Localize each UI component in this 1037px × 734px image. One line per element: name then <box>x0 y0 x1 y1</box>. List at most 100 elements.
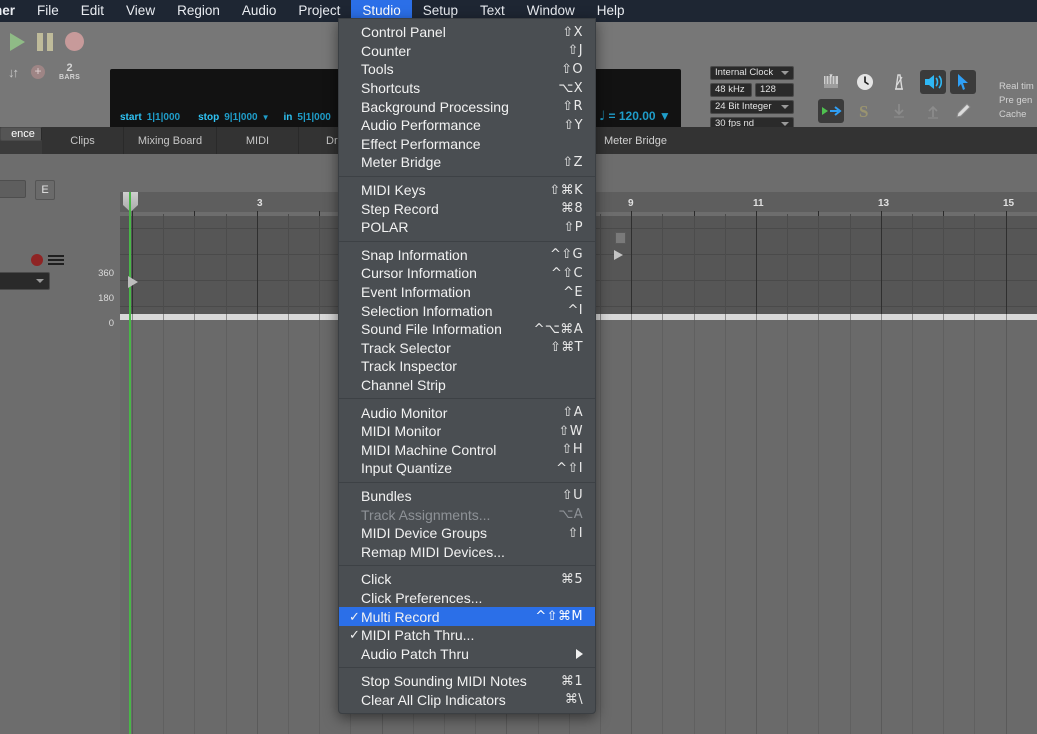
audio-monitor-speaker-icon[interactable] <box>920 70 946 94</box>
menu-item-click[interactable]: Click ⌘5 <box>339 570 595 589</box>
tempo-display[interactable]: ♩ = 120.00 ▼ <box>593 69 681 130</box>
tab-clips[interactable]: Clips <box>42 127 124 154</box>
menu-item-midi-device-groups[interactable]: MIDI Device Groups ⇧I <box>339 524 595 543</box>
menu-item-audio-performance[interactable]: Audio Performance ⇧Y <box>339 116 595 135</box>
menu-item-remap-midi-devices[interactable]: Remap MIDI Devices... <box>339 542 595 561</box>
menu-item-shortcuts[interactable]: Shortcuts ⌥X <box>339 79 595 98</box>
tab-midi[interactable]: MIDI <box>217 127 299 154</box>
menu-item-midi-machine-control[interactable]: MIDI Machine Control ⇧H <box>339 440 595 459</box>
menu-item-input-quantize[interactable]: Input Quantize ^⇧I <box>339 459 595 478</box>
region-marker-icon[interactable] <box>614 250 623 260</box>
menubar-item-audio[interactable]: Audio <box>231 0 288 22</box>
menubar-item-view[interactable]: View <box>115 0 166 22</box>
menu-item-shortcut: ⇧X <box>562 24 583 40</box>
midi-keyboard-icon[interactable] <box>818 70 844 94</box>
start-value[interactable]: 1|1|000 <box>147 112 180 123</box>
tab-ence[interactable]: ence <box>0 127 42 141</box>
menu-item-polar[interactable]: POLAR ⇧P <box>339 218 595 237</box>
sample-rate-field[interactable]: 48 kHz <box>710 83 752 97</box>
menu-item-meter-bridge[interactable]: Meter Bridge ⇧Z <box>339 153 595 172</box>
menu-item-track-selector[interactable]: Track Selector ⇧⌘T <box>339 339 595 358</box>
menu-item-sound-file-information[interactable]: Sound File Information ^⌥⌘A <box>339 320 595 339</box>
menu-item-selection-information[interactable]: Selection Information ^I <box>339 301 595 320</box>
automation-vertical-gridline <box>818 216 820 320</box>
clock-source-select[interactable]: Internal Clock <box>710 66 794 80</box>
sequence-vertical-gridline <box>288 320 289 734</box>
metronome-icon[interactable] <box>886 70 912 94</box>
start-label: start <box>120 112 142 123</box>
menubar-item-ner[interactable]: ner <box>0 0 26 22</box>
menu-item-tools[interactable]: Tools ⇧O <box>339 60 595 79</box>
sample-rate-value: 48 kHz <box>715 84 745 95</box>
stop-value[interactable]: 9|1|000 <box>224 112 257 123</box>
check-icon: ✓ <box>349 627 360 643</box>
menu-item-channel-strip[interactable]: Channel Strip <box>339 376 595 395</box>
render-pregen-label[interactable]: Pre gen <box>999 94 1034 108</box>
menu-item-track-inspector[interactable]: Track Inspector <box>339 357 595 376</box>
tab-mixing-board[interactable]: Mixing Board <box>124 127 217 154</box>
play-icon[interactable] <box>10 32 25 51</box>
menu-item-shortcut: ⇧P <box>563 219 583 235</box>
record-enable-icon[interactable] <box>31 254 43 266</box>
render-realtime-label[interactable]: Real tim <box>999 80 1034 94</box>
s-curve-icon[interactable]: S <box>852 99 878 123</box>
menubar-item-region[interactable]: Region <box>166 0 231 22</box>
menu-item-stop-sounding-midi-notes[interactable]: Stop Sounding MIDI Notes ⌘1 <box>339 672 595 691</box>
sequence-vertical-gridline <box>194 320 196 734</box>
menu-item-midi-monitor[interactable]: MIDI Monitor ⇧W <box>339 422 595 441</box>
bars-count-button[interactable]: 2 BARS <box>59 63 80 82</box>
menu-item-click-preferences[interactable]: Click Preferences... <box>339 589 595 608</box>
clock-icon[interactable] <box>852 70 878 94</box>
menu-item-shortcut: ⇧W <box>558 423 583 439</box>
scale-value: 180 <box>98 293 114 304</box>
record-icon[interactable] <box>65 32 84 51</box>
upload-arrow-icon[interactable] <box>920 99 946 123</box>
menu-item-shortcut: ^⇧⌘M <box>535 609 583 625</box>
menu-item-audio-monitor[interactable]: Audio Monitor ⇧A <box>339 403 595 422</box>
menu-item-multi-record[interactable]: ✓ Multi Record ^⇧⌘M <box>339 607 595 626</box>
menu-item-audio-patch-thru[interactable]: Audio Patch Thru <box>339 644 595 663</box>
menubar-item-file[interactable]: File <box>26 0 70 22</box>
menu-item-bundles[interactable]: Bundles ⇧U <box>339 487 595 506</box>
menu-item-clear-all-clip-indicators[interactable]: Clear All Clip Indicators ⌘\ <box>339 691 595 710</box>
bit-depth-select[interactable]: 24 Bit Integer <box>710 100 794 114</box>
studio-dropdown-menu[interactable]: Control Panel ⇧X Counter ⇧J Tools ⇧O Shortcuts… <box>338 18 596 715</box>
download-arrow-icon[interactable] <box>886 99 912 123</box>
pause-icon[interactable] <box>37 32 53 51</box>
buffer-size-field[interactable]: 128 <box>755 83 794 97</box>
stop-dropdown-caret-icon[interactable]: ▼ <box>262 113 270 122</box>
menu-item-snap-information[interactable]: Snap Information ^⇧G <box>339 246 595 265</box>
plus-circle-icon[interactable]: + <box>31 65 45 79</box>
tempo-value[interactable]: 120.00 <box>619 109 656 123</box>
menu-item-midi-patch-thru[interactable]: ✓ MIDI Patch Thru... <box>339 626 595 645</box>
menu-item-effect-performance[interactable]: Effect Performance <box>339 135 595 154</box>
menu-item-event-information[interactable]: Event Information ^E <box>339 283 595 302</box>
render-cache-label[interactable]: Cache <box>999 108 1034 122</box>
memory-cycle-marker-icon[interactable] <box>128 276 138 288</box>
menu-item-step-record[interactable]: Step Record ⌘8 <box>339 199 595 218</box>
edit-mode-button[interactable]: E <box>35 180 55 200</box>
down-up-arrows-icon[interactable]: ↓↑ <box>8 65 19 80</box>
tempo-dropdown-caret-icon[interactable]: ▼ <box>659 109 671 123</box>
pointer-cursor-icon[interactable] <box>950 70 976 94</box>
menu-item-cursor-information[interactable]: Cursor Information ^⇧C <box>339 264 595 283</box>
menubar-item-edit[interactable]: Edit <box>70 0 115 22</box>
menu-item-label: Step Record <box>361 200 439 217</box>
in-value[interactable]: 5|1|000 <box>297 112 330 123</box>
pencil-icon[interactable] <box>950 99 976 123</box>
track-menu-icon[interactable] <box>48 255 64 267</box>
menu-item-label: Track Selector <box>361 339 451 356</box>
name-field[interactable] <box>0 180 26 198</box>
menu-item-background-processing[interactable]: Background Processing ⇧R <box>339 97 595 116</box>
sequence-vertical-gridline <box>818 320 820 734</box>
menu-item-midi-keys[interactable]: MIDI Keys ⇧⌘K <box>339 181 595 200</box>
track-output-select[interactable] <box>0 272 50 290</box>
sequence-vertical-gridline <box>974 320 976 734</box>
chevron-down-icon <box>36 279 44 283</box>
tempo-value-row: ♩ = 120.00 ▼ <box>599 109 671 124</box>
chevron-down-icon <box>781 71 789 75</box>
midi-patch-thru-icon[interactable] <box>818 99 844 123</box>
region-handle-box[interactable] <box>615 232 626 244</box>
menu-item-control-panel[interactable]: Control Panel ⇧X <box>339 23 595 42</box>
menu-item-counter[interactable]: Counter ⇧J <box>339 42 595 61</box>
